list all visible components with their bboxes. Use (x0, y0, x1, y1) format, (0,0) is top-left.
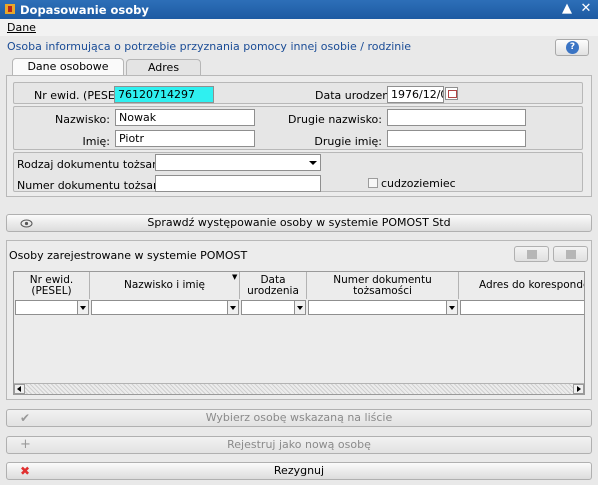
select-person-button[interactable]: ✔ Wybierz osobę wskazaną na liście (6, 409, 592, 427)
surname-label: Nazwisko: (55, 113, 110, 126)
menu-bar: Dane (0, 19, 598, 36)
people-icon (566, 250, 576, 259)
filter-name-dropdown[interactable] (227, 300, 239, 315)
check-pomost-button[interactable]: Sprawdź występowanie osoby w systemie PO… (6, 214, 592, 232)
minimize-icon[interactable]: ▲ (559, 1, 575, 17)
foreigner-label: cudzoziemiec (381, 177, 456, 190)
scroll-right-icon[interactable] (573, 384, 584, 394)
register-new-button[interactable]: + Rejestruj jako nową osobę (6, 436, 592, 454)
window-title: Dopasowanie osoby (20, 3, 149, 17)
close-icon[interactable]: ✕ (578, 1, 594, 17)
registered-grid[interactable]: Nr ewid. (PESEL) Nazwisko i imię ▼ Data … (13, 271, 585, 395)
filter-birth-dropdown[interactable] (294, 300, 306, 315)
cancel-button[interactable]: ✖ Rezygnuj (6, 462, 592, 480)
tab-adres[interactable]: Adres (126, 59, 201, 76)
col-doc-number[interactable]: Numer dokumentu tożsamości (307, 272, 459, 299)
birth-date-field[interactable]: 1976/12/07 (387, 86, 444, 103)
foreigner-checkbox[interactable] (368, 178, 378, 188)
calendar-icon[interactable] (445, 87, 458, 100)
cancel-label: Rezygnuj (273, 464, 325, 477)
surname-field[interactable]: Nowak (115, 109, 255, 126)
checkmark-icon: ✔ (20, 411, 31, 425)
scroll-left-icon[interactable] (14, 384, 25, 394)
filter-address[interactable] (460, 300, 584, 315)
pesel-field[interactable]: 76120714297 (114, 86, 214, 103)
col-address[interactable]: Adres do korespondencji (459, 272, 584, 299)
filter-pesel[interactable] (15, 300, 78, 315)
register-new-label: Rejestruj jako nową osobę (227, 438, 371, 451)
first-name-label: Imię: (82, 135, 111, 148)
col-birth-date[interactable]: Data urodzenia (240, 272, 307, 299)
first-name-field[interactable]: Piotr (115, 130, 255, 147)
filter-doc-dropdown[interactable] (446, 300, 458, 315)
eye-icon (20, 219, 33, 228)
plus-icon: + (20, 437, 31, 452)
check-pomost-label: Sprawdź występowanie osoby w systemie PO… (147, 216, 451, 229)
second-name-label: Drugie imię: (314, 135, 382, 148)
registered-title: Osoby zarejestrowane w systemie POMOST (9, 249, 248, 262)
help-button[interactable]: ? (555, 39, 589, 56)
app-icon (5, 4, 15, 14)
document-icon (527, 250, 537, 259)
second-name-field[interactable] (387, 130, 526, 147)
people-button[interactable] (553, 246, 588, 262)
menu-item-dane[interactable]: Dane (7, 21, 36, 34)
sort-desc-icon: ▼ (232, 273, 238, 281)
second-surname-label: Drugie nazwisko: (288, 113, 382, 126)
select-person-label: Wybierz osobę wskazaną na liście (205, 411, 393, 424)
tab-dane-osobowe[interactable]: Dane osobowe (12, 58, 124, 75)
details-button[interactable] (514, 246, 549, 262)
second-surname-field[interactable] (387, 109, 526, 126)
title-bar: Dopasowanie osoby ▲ ✕ (0, 0, 598, 19)
doc-number-field[interactable] (155, 175, 321, 192)
col-pesel[interactable]: Nr ewid. (PESEL) (14, 272, 90, 299)
filter-doc[interactable] (308, 300, 447, 315)
help-icon: ? (566, 41, 579, 54)
chevron-down-icon (309, 161, 317, 165)
filter-birth[interactable] (241, 300, 295, 315)
horizontal-scrollbar[interactable] (14, 383, 584, 394)
cancel-x-icon: ✖ (20, 464, 31, 478)
col-name[interactable]: Nazwisko i imię (90, 272, 240, 299)
doc-type-select[interactable] (155, 154, 321, 171)
form-heading: Osoba informująca o potrzebie przyznania… (7, 40, 412, 53)
filter-pesel-dropdown[interactable] (77, 300, 89, 315)
filter-name[interactable] (91, 300, 228, 315)
